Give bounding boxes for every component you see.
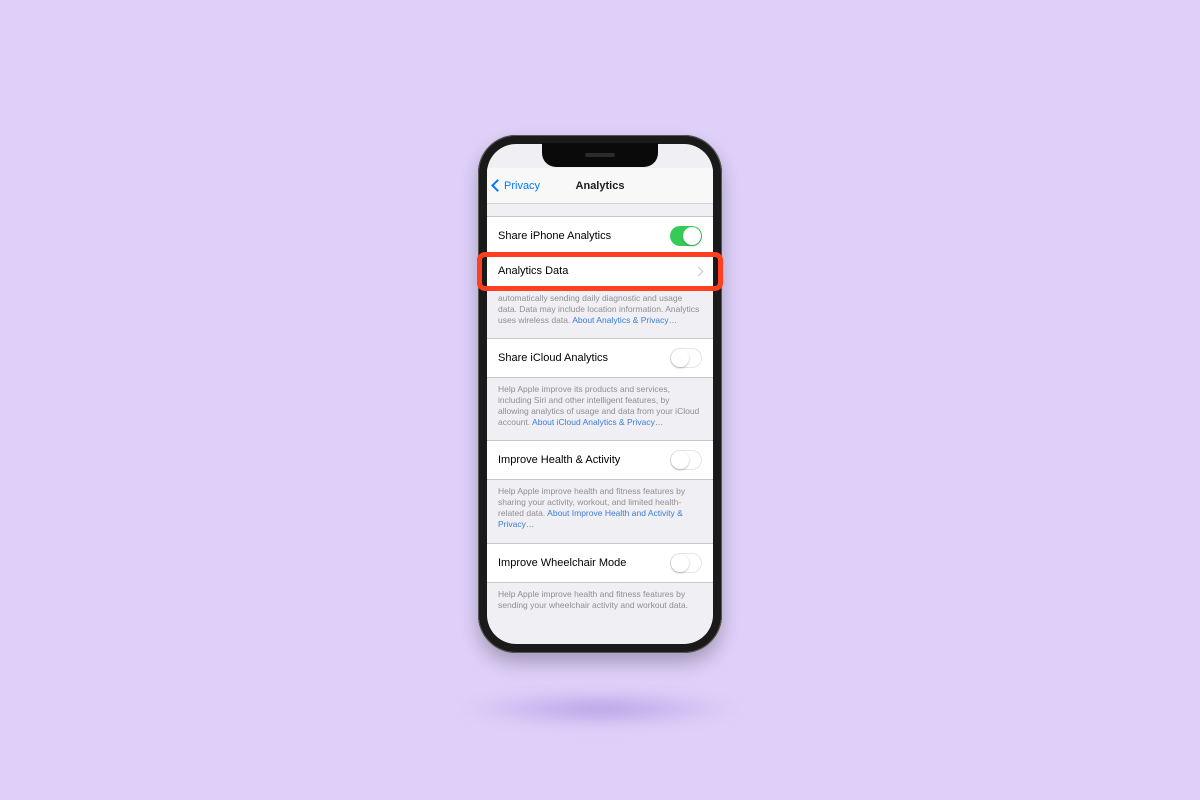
row-analytics-data[interactable]: Analytics Data: [487, 256, 713, 287]
back-button-label: Privacy: [504, 180, 540, 192]
spacer: [487, 204, 713, 216]
footer-link[interactable]: About iCloud Analytics & Privacy…: [532, 417, 663, 427]
phone-shadow: [460, 690, 740, 728]
section-footer: Help Apple improve its products and serv…: [487, 378, 713, 440]
toggle-share-iphone-analytics[interactable]: [670, 226, 702, 246]
phone-notch: [542, 143, 658, 167]
row-label: Share iCloud Analytics: [498, 352, 670, 364]
row-label: Analytics Data: [498, 265, 695, 277]
toggle-knob: [671, 451, 689, 469]
row-label: Improve Health & Activity: [498, 454, 670, 466]
phone-screen: Privacy Analytics Share iPhone Analytics…: [487, 144, 713, 644]
row-improve-health-activity[interactable]: Improve Health & Activity: [487, 440, 713, 480]
row-improve-wheelchair-mode[interactable]: Improve Wheelchair Mode: [487, 543, 713, 583]
section-footer: Help Apple improve health and fitness fe…: [487, 480, 713, 542]
canvas-stage: Privacy Analytics Share iPhone Analytics…: [0, 0, 1200, 800]
chevron-left-icon: [491, 179, 504, 192]
footer-text: Help Apple improve health and fitness fe…: [498, 589, 688, 610]
section-footer: Help Apple improve health and fitness fe…: [487, 583, 713, 623]
phone-speaker: [585, 153, 615, 157]
phone-frame: Privacy Analytics Share iPhone Analytics…: [478, 135, 722, 653]
toggle-knob: [671, 349, 689, 367]
nav-bar: Privacy Analytics: [487, 168, 713, 204]
nav-title: Analytics: [576, 180, 625, 192]
toggle-share-icloud-analytics[interactable]: [670, 348, 702, 368]
footer-link[interactable]: About Analytics & Privacy…: [572, 315, 677, 325]
toggle-knob: [683, 227, 701, 245]
toggle-improve-wheelchair-mode[interactable]: [670, 553, 702, 573]
row-share-iphone-analytics[interactable]: Share iPhone Analytics: [487, 216, 713, 256]
back-button[interactable]: Privacy: [493, 168, 540, 203]
chevron-right-icon: [694, 266, 704, 276]
row-label: Improve Wheelchair Mode: [498, 557, 670, 569]
toggle-improve-health-activity[interactable]: [670, 450, 702, 470]
row-share-icloud-analytics[interactable]: Share iCloud Analytics: [487, 338, 713, 378]
settings-scroll[interactable]: Share iPhone Analytics Analytics Data au…: [487, 204, 713, 644]
section-footer: automatically sending daily diagnostic a…: [487, 287, 713, 338]
toggle-knob: [671, 554, 689, 572]
row-label: Share iPhone Analytics: [498, 230, 670, 242]
